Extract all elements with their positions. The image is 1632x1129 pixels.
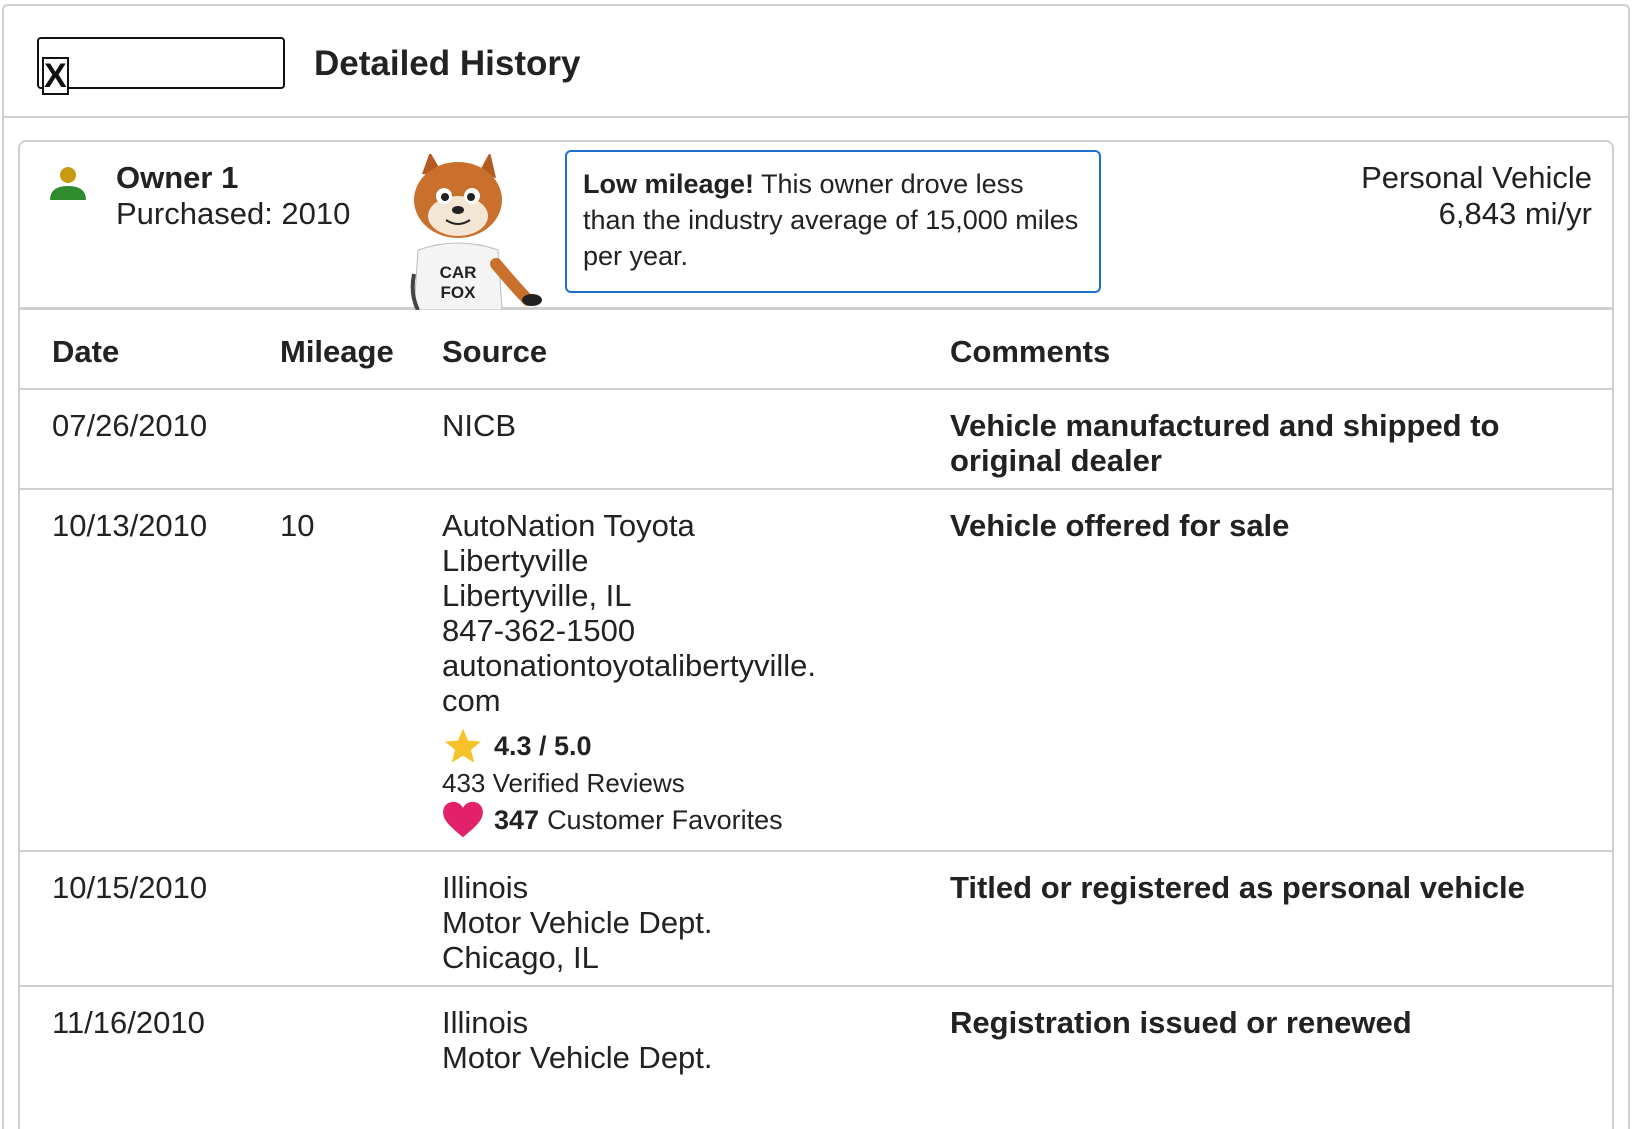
row-mileage: 10 xyxy=(280,508,315,543)
mascot-shirt-text: FOX xyxy=(441,283,477,302)
table-row: 10/13/2010 10 AutoNation Toyota Libertyv… xyxy=(20,490,1612,852)
report-header: C A R F A X Detailed History xyxy=(4,6,1628,118)
dealer-website-link[interactable]: com xyxy=(442,683,842,718)
row-date: 11/16/2010 xyxy=(52,1005,205,1040)
heart-icon xyxy=(443,801,483,838)
comment-line: Titled or registered as personal vehicle xyxy=(950,870,1525,905)
favorites-count: 347 xyxy=(494,804,540,835)
favorites-label: Customer Favorites xyxy=(547,804,783,835)
mascot-shirt-text: CAR xyxy=(440,263,477,282)
comment-line: Registration issued or renewed xyxy=(950,1005,1412,1040)
column-header-comments: Comments xyxy=(950,334,1111,369)
row-comment: Vehicle manufactured and shipped to orig… xyxy=(950,408,1570,478)
customer-favorites: 347 Customer Favorites xyxy=(442,800,842,840)
source-line: Illinois xyxy=(442,1005,529,1040)
vehicle-type: Personal Vehicle xyxy=(1361,160,1592,195)
source-line: Libertyville, IL xyxy=(442,578,632,613)
owner-history-card: Owner 1 Purchased: 2010 CAR FOX Low mile… xyxy=(18,140,1614,1129)
page-title: Detailed History xyxy=(314,44,581,83)
low-mileage-callout: Low mileage! This owner drove less than … xyxy=(565,150,1101,293)
verified-reviews-link[interactable]: 433 Verified Reviews xyxy=(442,766,842,800)
rating-value: 4.3 / 5.0 xyxy=(494,730,592,761)
table-header: Date Mileage Source Comments xyxy=(20,310,1612,390)
carfox-mascot-icon: CAR FOX xyxy=(410,154,542,310)
star-icon xyxy=(445,728,481,763)
column-header-source: Source xyxy=(442,334,548,369)
source-line: Illinois xyxy=(442,870,529,905)
callout-heading: Low mileage! xyxy=(583,169,755,199)
row-source: AutoNation Toyota Libertyville Libertyvi… xyxy=(442,508,842,840)
history-table: Date Mileage Source Comments 07/26/2010 … xyxy=(20,310,1612,1127)
column-header-mileage: Mileage xyxy=(280,334,394,369)
table-row: 07/26/2010 NICB Vehicle manufactured and… xyxy=(20,390,1612,490)
source-line: Chicago, IL xyxy=(442,940,599,975)
comment-line: Vehicle offered for sale xyxy=(950,508,1290,543)
owner-purchased: Purchased: 2010 xyxy=(116,196,351,231)
logo-letter: X xyxy=(42,57,69,95)
row-comment: Registration issued or renewed xyxy=(950,1005,1570,1040)
row-date: 10/15/2010 xyxy=(52,870,208,905)
person-icon xyxy=(50,167,86,200)
table-row: 10/15/2010 Illinois Motor Vehicle Dept. … xyxy=(20,852,1612,987)
carfax-logo: C A R F A X xyxy=(37,37,285,95)
dealer-rating[interactable]: 4.3 / 5.0 xyxy=(442,726,842,766)
row-comment: Vehicle offered for sale xyxy=(950,508,1570,543)
row-comment: Titled or registered as personal vehicle xyxy=(950,870,1570,905)
source-line: Motor Vehicle Dept. xyxy=(442,1040,713,1075)
row-date: 10/13/2010 xyxy=(52,508,208,543)
comment-line: original dealer xyxy=(950,443,1162,478)
owner-summary: Owner 1 Purchased: 2010 CAR FOX Low mile… xyxy=(20,142,1612,310)
miles-per-year: 6,843 mi/yr xyxy=(1438,196,1592,231)
dealer-phone-link[interactable]: 847-362-1500 xyxy=(442,613,842,648)
dealer-website-link[interactable]: autonationtoyotalibertyville. xyxy=(442,648,842,683)
comment-line: Vehicle manufactured and shipped to xyxy=(950,408,1500,443)
row-source: Illinois Motor Vehicle Dept. xyxy=(442,1005,842,1075)
source-line: Motor Vehicle Dept. xyxy=(442,905,713,940)
row-source: NICB xyxy=(442,408,842,443)
dealer-name-link[interactable]: AutoNation Toyota xyxy=(442,508,842,543)
owner-name: Owner 1 xyxy=(116,160,239,195)
row-source: Illinois Motor Vehicle Dept. Chicago, IL xyxy=(442,870,842,975)
table-row: 11/16/2010 Illinois Motor Vehicle Dept. … xyxy=(20,987,1612,1127)
source-line: NICB xyxy=(442,408,517,443)
row-date: 07/26/2010 xyxy=(52,408,208,443)
column-header-date: Date xyxy=(52,334,120,369)
source-line: Libertyville xyxy=(442,543,589,578)
